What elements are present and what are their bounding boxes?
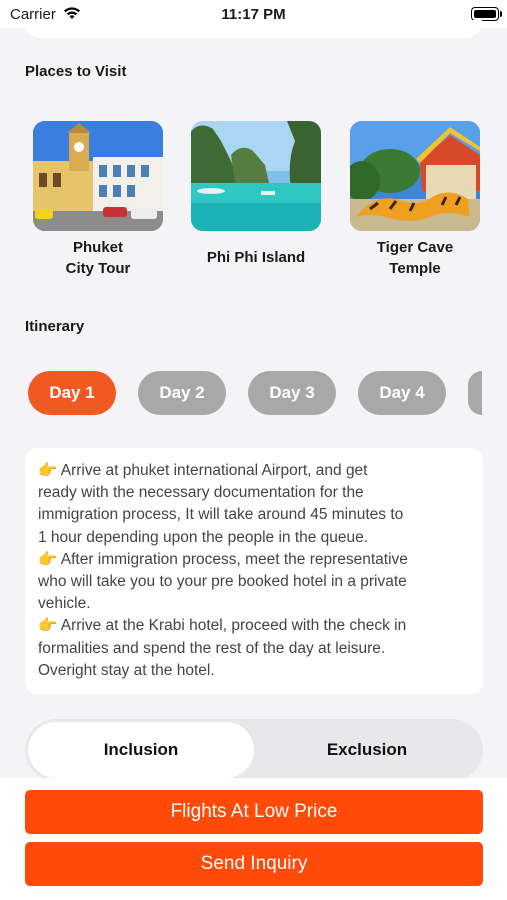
inclusion-exclusion-toggle: Inclusion Exclusion bbox=[25, 719, 483, 781]
day-chip-2[interactable]: Day 2 bbox=[138, 371, 226, 415]
itinerary-line: Overight stay at the hotel. bbox=[38, 661, 215, 679]
itinerary-line: 👉 After immigration process, meet the re… bbox=[38, 550, 408, 568]
itinerary-line: ready with the necessary documentation f… bbox=[38, 484, 364, 502]
place-name: Phuket bbox=[72, 239, 123, 256]
tiger-cave-temple-image bbox=[350, 121, 480, 231]
itinerary-section-title: Itinerary bbox=[25, 318, 85, 335]
phuket-city-tour-image bbox=[33, 121, 163, 231]
itinerary-line: who will take you to your pre booked hot… bbox=[38, 573, 407, 591]
place-name: Phi Phi Island bbox=[206, 249, 306, 266]
itinerary-line: 1 hour depending upon the people in the … bbox=[38, 528, 369, 546]
itinerary-line: 👉 Arrive at the Krabi hotel, proceed wit… bbox=[38, 617, 407, 635]
send-inquiry-button[interactable]: Send Inquiry bbox=[25, 842, 483, 886]
previous-card bbox=[24, 20, 482, 38]
places-section-title: Places to Visit bbox=[25, 63, 127, 80]
day-chip-partial[interactable] bbox=[468, 371, 482, 415]
place-card-phi-phi-island[interactable]: Phi Phi Island bbox=[191, 121, 321, 268]
itinerary-line: immigration process, It will take around… bbox=[38, 506, 404, 524]
place-card-phuket-city-tour[interactable]: Phuket City Tour bbox=[33, 121, 163, 279]
phi-phi-island-image bbox=[191, 121, 321, 231]
itinerary-line: vehicle. bbox=[38, 595, 91, 613]
flights-at-low-price-button[interactable]: Flights At Low Price bbox=[25, 790, 483, 834]
tab-exclusion[interactable]: Exclusion bbox=[254, 722, 480, 778]
itinerary-line: 👉 Arrive at phuket international Airport… bbox=[38, 462, 368, 479]
tab-inclusion[interactable]: Inclusion bbox=[28, 722, 254, 778]
bottom-action-bar: Flights At Low Price Send Inquiry bbox=[0, 778, 507, 900]
itinerary-description: 👉 Arrive at phuket international Airport… bbox=[25, 448, 483, 694]
day-chip-4[interactable]: Day 4 bbox=[358, 371, 446, 415]
day-chip-3[interactable]: Day 3 bbox=[248, 371, 336, 415]
place-name: City Tour bbox=[65, 260, 131, 277]
day-chip-1[interactable]: Day 1 bbox=[28, 371, 116, 415]
place-name: Tiger Cave bbox=[376, 239, 454, 256]
place-card-tiger-cave-temple[interactable]: Tiger Cave Temple bbox=[350, 121, 480, 279]
place-name: Temple bbox=[389, 260, 441, 277]
itinerary-line: formalities and spend the rest of the da… bbox=[38, 639, 386, 657]
battery-icon bbox=[471, 7, 502, 21]
